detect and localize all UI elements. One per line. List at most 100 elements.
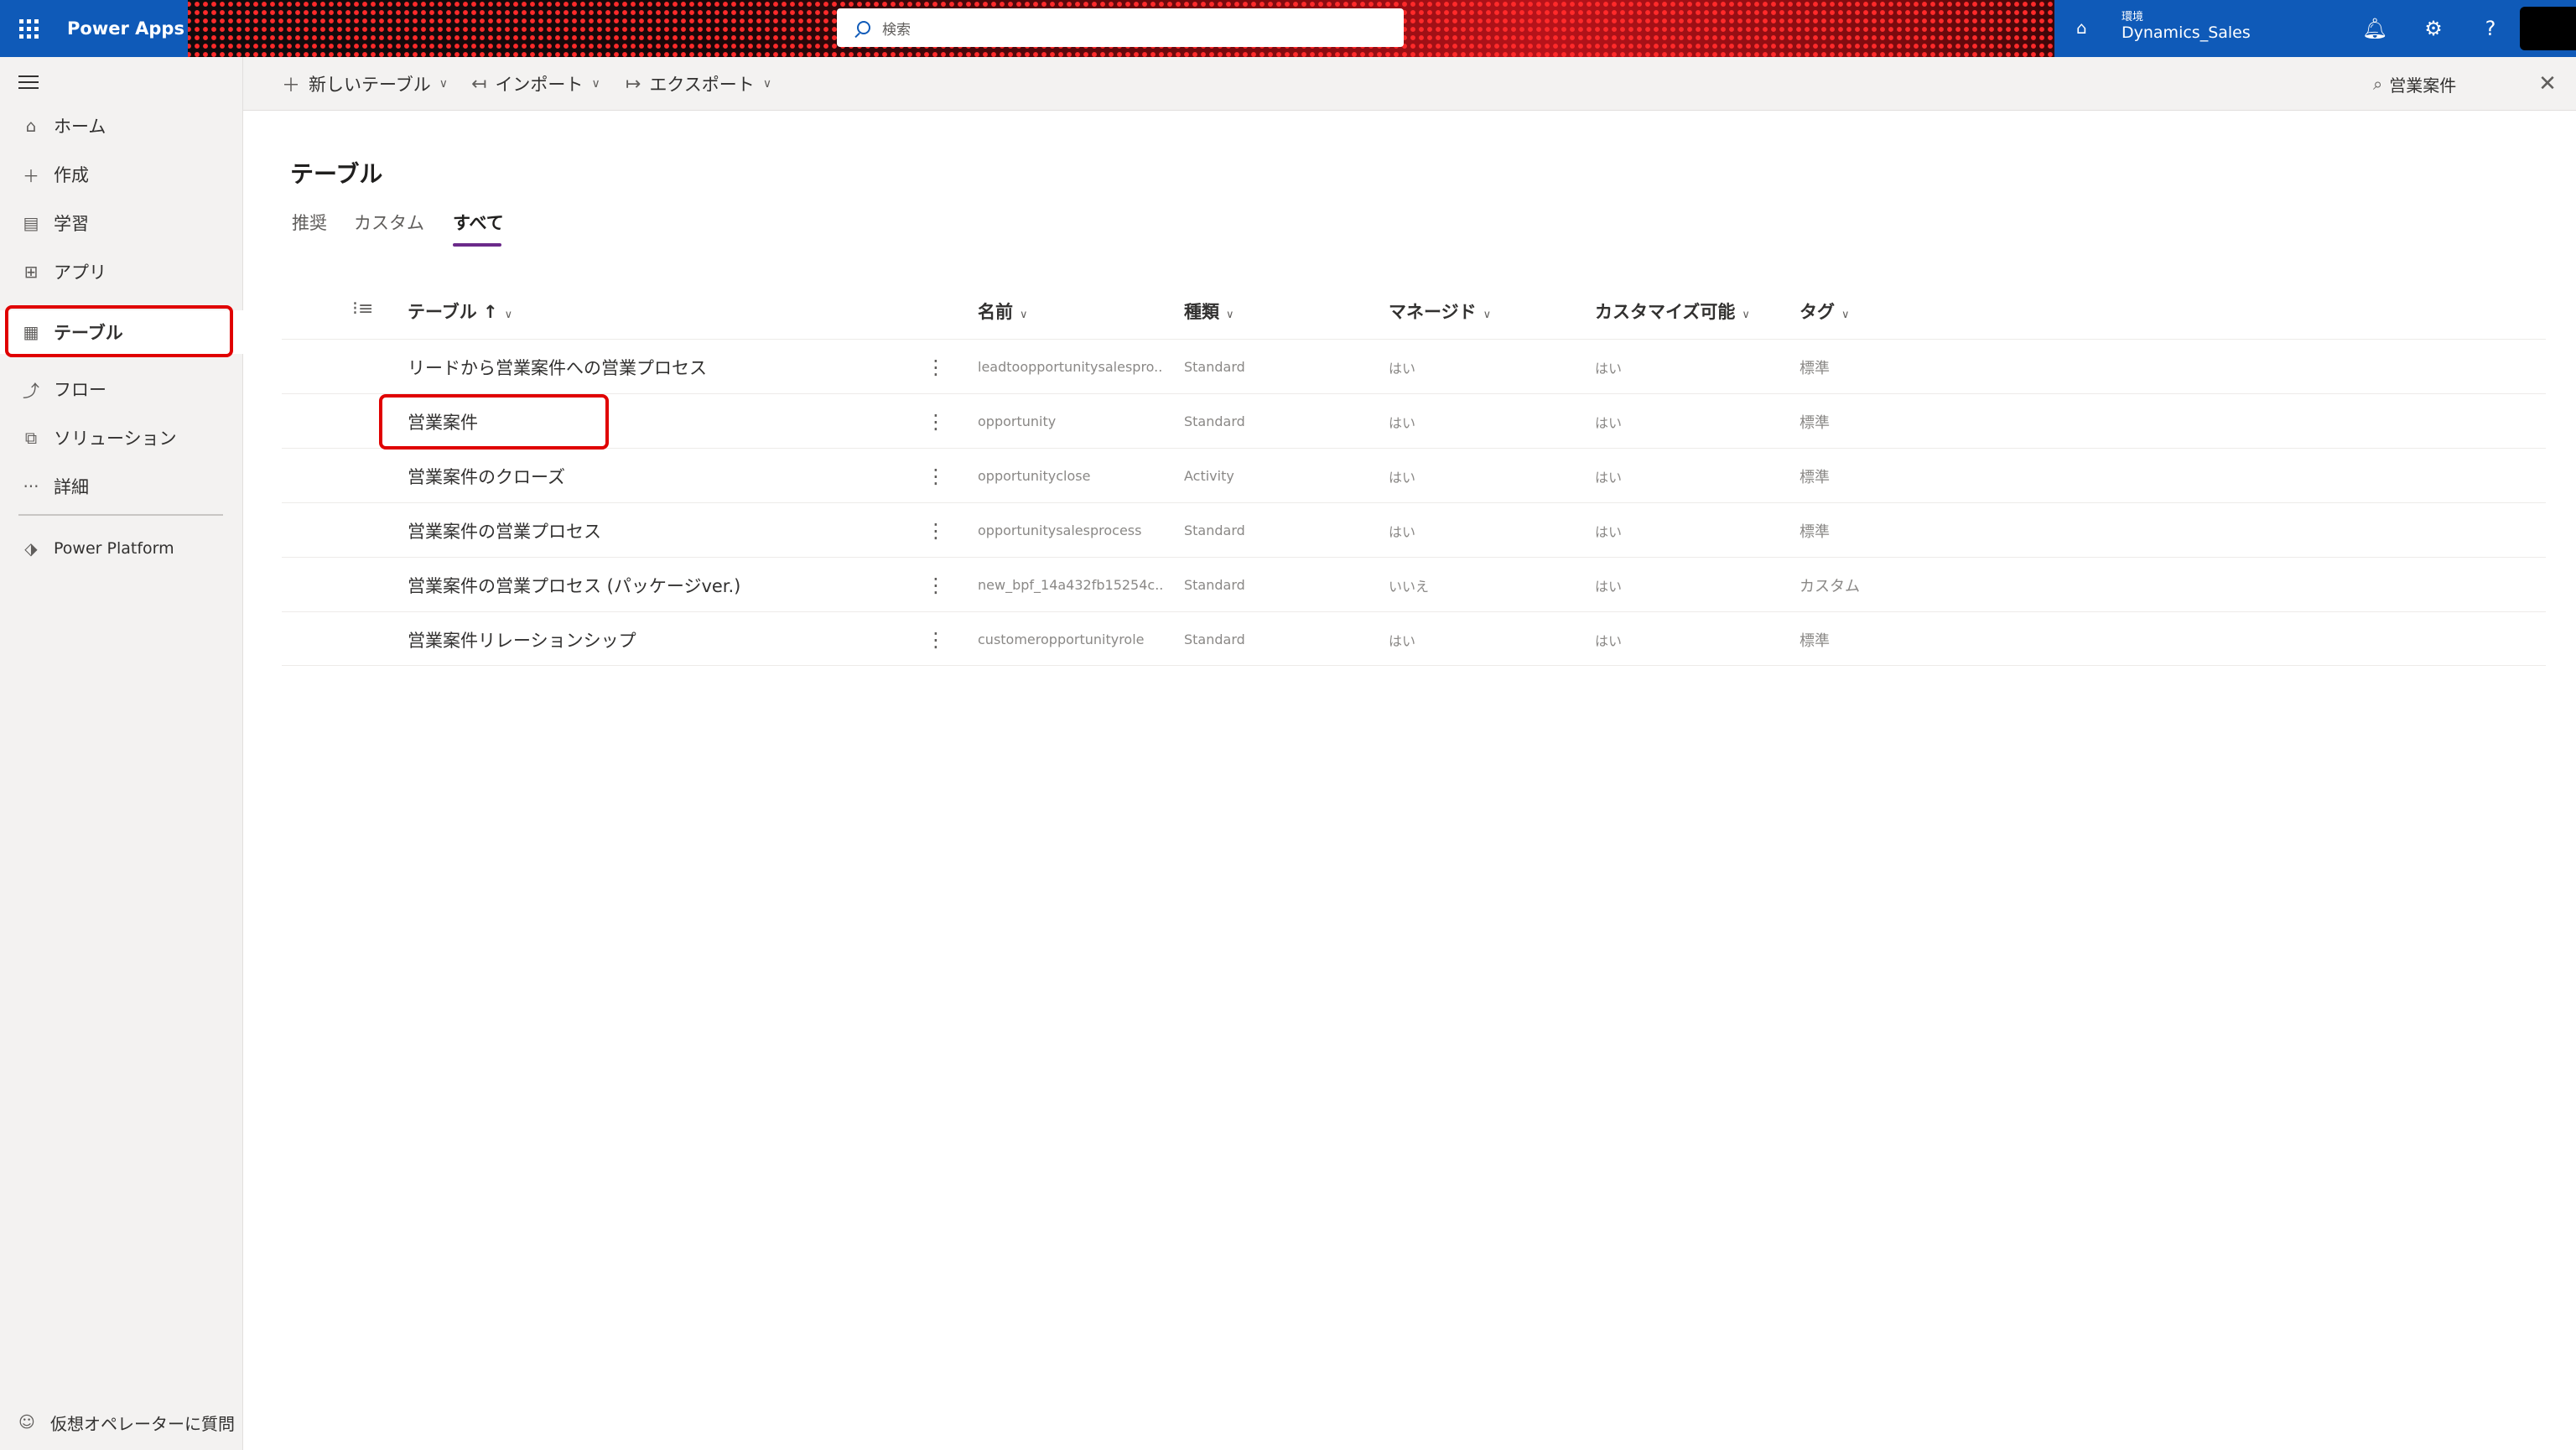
- sidebar-item-label: フロー: [54, 380, 106, 400]
- tab-recommended[interactable]: 推奨: [292, 210, 327, 235]
- import-button[interactable]: ↤ インポート ∨: [471, 57, 600, 111]
- sidebar-item-flows[interactable]: ⤴ フロー: [0, 367, 243, 411]
- table-row[interactable]: 営業案件の営業プロセス ⋮ opportunitysalesprocess St…: [282, 502, 2546, 557]
- table-search-input[interactable]: ⌕ 営業案件: [2373, 57, 2456, 111]
- power-platform-icon: ⬗: [24, 538, 38, 559]
- chevron-down-icon: ∨: [1483, 309, 1492, 321]
- table-row-logical-name: new_bpf_14a432fb15254c...: [978, 577, 1162, 593]
- sidebar-item-solutions[interactable]: ⧉ ソリューション: [0, 416, 243, 460]
- chevron-down-icon: ∨: [1841, 309, 1850, 321]
- sidebar-item-label: ソリューション: [54, 429, 177, 449]
- table-row-kind: Standard: [1184, 413, 1245, 429]
- table-row-tag: 標準: [1800, 522, 1830, 541]
- command-bar: ＋ 新しいテーブル ∨ ↤ インポート ∨ ↦ エクスポート ∨ ⌕ 営業案件 …: [243, 57, 2576, 111]
- gear-icon[interactable]: ⚙: [2420, 15, 2447, 42]
- chevron-down-icon: ∨: [1742, 309, 1750, 321]
- sidebar-item-label: Power Platform: [54, 539, 174, 558]
- hamburger-menu-icon[interactable]: [18, 75, 39, 91]
- solution-icon: ⧉: [24, 428, 38, 448]
- column-header-label: タグ: [1800, 302, 1835, 322]
- table-row-tag: 標準: [1800, 359, 1830, 377]
- column-header-label: 名前: [978, 302, 1013, 322]
- app-title[interactable]: Power Apps: [57, 0, 188, 57]
- table-row-display-name[interactable]: 営業案件の営業プロセス: [408, 503, 601, 558]
- sidebar-item-create[interactable]: ＋ 作成: [0, 153, 243, 196]
- export-button[interactable]: ↦ エクスポート ∨: [626, 57, 771, 111]
- more-options-icon[interactable]: ⋮: [927, 503, 944, 558]
- export-label: エクスポート: [649, 75, 755, 95]
- column-header-name[interactable]: 名前 ∨: [978, 299, 1028, 324]
- column-header-table[interactable]: テーブル ↑ ∨: [408, 299, 512, 324]
- virtual-agent-button[interactable]: ☺ 仮想オペレーターに質問: [0, 1406, 243, 1439]
- bell-icon[interactable]: 🔔︎: [2361, 15, 2388, 42]
- import-icon: ↤: [471, 73, 487, 95]
- table-row-tag: 標準: [1800, 468, 1830, 486]
- nav-divider: [18, 514, 223, 516]
- column-header-label: 種類: [1184, 302, 1219, 322]
- column-header-managed[interactable]: マネージド ∨: [1389, 299, 1491, 324]
- table-row-managed: はい: [1389, 414, 1416, 431]
- sidebar-item-home[interactable]: ⌂ ホーム: [0, 104, 243, 148]
- plus-icon: ＋: [23, 165, 39, 186]
- table-row-customizable: はい: [1595, 360, 1623, 377]
- environment-icon: ⌂: [2076, 18, 2087, 38]
- column-header-tag[interactable]: タグ ∨: [1800, 299, 1850, 324]
- table-row[interactable]: 営業案件の営業プロセス (パッケージver.) ⋮ new_bpf_14a432…: [282, 557, 2546, 611]
- waffle-icon[interactable]: [0, 0, 57, 57]
- opportunity-highlight-box: [379, 394, 609, 450]
- table-row[interactable]: 営業案件のクローズ ⋮ opportunityclose Activity はい…: [282, 448, 2546, 502]
- more-options-icon[interactable]: ⋮: [927, 394, 944, 449]
- chevron-down-icon: ∨: [762, 77, 772, 91]
- table-row-logical-name: leadtoopportunitysalespro...: [978, 359, 1162, 375]
- table-row[interactable]: 営業案件 ⋮ opportunity Standard はい はい 標準: [282, 393, 2546, 448]
- column-header-kind[interactable]: 種類 ∨: [1184, 299, 1234, 324]
- help-icon[interactable]: ?: [2477, 15, 2504, 42]
- column-options-icon[interactable]: ⁝≡: [352, 299, 373, 320]
- sidebar-item-apps[interactable]: ⊞ アプリ: [0, 250, 243, 294]
- table-row-display-name[interactable]: 営業案件の営業プロセス (パッケージver.): [408, 558, 740, 612]
- more-options-icon[interactable]: ⋮: [927, 340, 944, 394]
- tab-all[interactable]: すべて: [453, 210, 504, 235]
- table-row-logical-name: opportunitysalesprocess: [978, 522, 1142, 538]
- more-options-icon[interactable]: ⋮: [927, 449, 944, 503]
- column-header-label: テーブル ↑: [408, 302, 498, 322]
- more-icon: ···: [23, 476, 39, 496]
- table-row-managed: はい: [1389, 360, 1416, 377]
- book-icon: ▤: [23, 213, 39, 233]
- search-icon: ⌕: [2373, 74, 2383, 94]
- person-icon: ☺: [18, 1413, 35, 1432]
- table-row-customizable: はい: [1595, 632, 1623, 649]
- sidebar-item-power-platform[interactable]: ⬗ Power Platform: [0, 527, 243, 570]
- table-row-logical-name: opportunity: [978, 413, 1057, 429]
- more-options-icon[interactable]: ⋮: [927, 558, 944, 612]
- table-row-kind: Standard: [1184, 359, 1245, 375]
- chevron-down-icon: ∨: [591, 77, 600, 91]
- new-table-label: 新しいテーブル: [309, 75, 431, 95]
- table-row-kind: Standard: [1184, 577, 1245, 593]
- table-row-customizable: はい: [1595, 469, 1623, 486]
- table-row-managed: はい: [1389, 469, 1416, 486]
- avatar[interactable]: [2520, 7, 2576, 50]
- column-header-label: マネージド: [1389, 302, 1477, 322]
- table-row-kind: Activity: [1184, 468, 1234, 484]
- page-title: テーブル: [290, 160, 383, 188]
- plus-icon: ＋: [282, 75, 301, 96]
- flow-icon: ⤴: [23, 380, 39, 401]
- new-table-button[interactable]: ＋ 新しいテーブル ∨: [282, 57, 448, 111]
- more-options-icon[interactable]: ⋮: [927, 612, 944, 667]
- sidebar-item-label: 学習: [54, 214, 89, 234]
- global-search-input[interactable]: 検索: [837, 8, 1404, 47]
- chevron-down-icon: ∨: [1226, 309, 1234, 321]
- column-header-customizable[interactable]: カスタマイズ可能 ∨: [1595, 299, 1750, 324]
- tab-custom[interactable]: カスタム: [354, 210, 424, 235]
- table-row[interactable]: 営業案件リレーションシップ ⋮ customeropportunityrole …: [282, 611, 2546, 666]
- table-row-logical-name: opportunityclose: [978, 468, 1091, 484]
- table-row-display-name[interactable]: 営業案件のクローズ: [408, 449, 565, 503]
- table-row-display-name[interactable]: 営業案件リレーションシップ: [408, 612, 636, 667]
- table-row-display-name[interactable]: リードから営業案件への営業プロセス: [408, 340, 707, 394]
- clear-search-icon[interactable]: ✕: [2531, 67, 2564, 101]
- sidebar-item-learn[interactable]: ▤ 学習: [0, 201, 243, 245]
- table-row[interactable]: リードから営業案件への営業プロセス ⋮ leadtoopportunitysal…: [282, 339, 2546, 393]
- active-tab-indicator: [453, 243, 501, 247]
- sidebar-item-more[interactable]: ··· 詳細: [0, 465, 243, 508]
